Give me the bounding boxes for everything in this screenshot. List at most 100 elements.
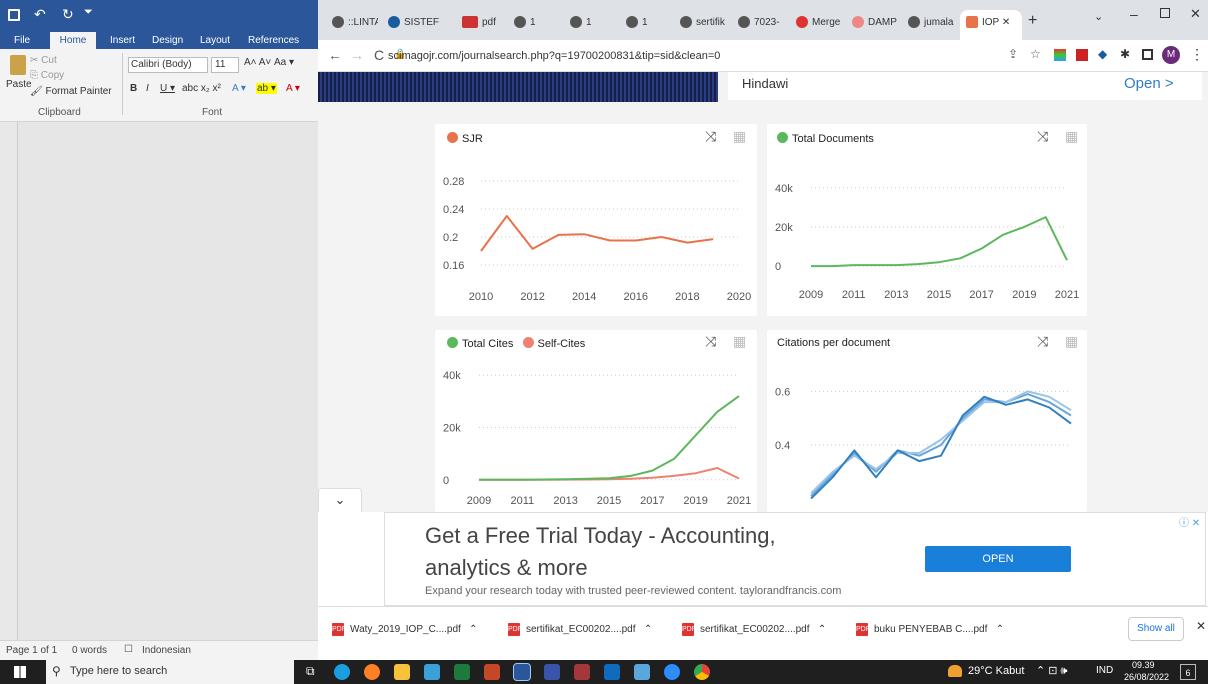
redo-icon[interactable]: ↻	[62, 6, 74, 23]
menu-kebab-icon[interactable]: ⋮	[1190, 46, 1204, 63]
reload-icon[interactable]: C	[374, 47, 384, 63]
ad-choices-close-icon[interactable]: ⓘ ✕	[1179, 514, 1200, 529]
italic-icon[interactable]: I	[146, 83, 149, 94]
extension-icon[interactable]: ◆	[1098, 47, 1107, 61]
series-line-total-documents[interactable]	[811, 216, 1068, 268]
task-view-icon[interactable]: ⧉	[306, 664, 315, 679]
url-input[interactable]: scimagojr.com/journalsearch.php?q=197002…	[388, 46, 988, 66]
proofing-icon[interactable]: ☐	[124, 644, 133, 655]
cut-button[interactable]: ✂ Cut	[30, 55, 57, 66]
copy-button[interactable]: ⎘ Copy	[30, 70, 64, 81]
language-label[interactable]: Indonesian	[142, 645, 191, 656]
bold-icon[interactable]: B	[130, 83, 137, 94]
weather-text[interactable]: 29°C Kabut	[968, 665, 1024, 677]
download-options-icon[interactable]: ⌃	[644, 624, 652, 635]
chrome-icon[interactable]	[694, 664, 710, 680]
collapse-ad-chevron-icon[interactable]: ⌄	[318, 488, 362, 512]
input-language[interactable]: IND	[1096, 665, 1113, 676]
tab-insert[interactable]: Insert	[106, 32, 139, 49]
edge-icon[interactable]	[334, 664, 350, 680]
save-icon[interactable]	[8, 9, 20, 21]
maximize-icon[interactable]	[1160, 8, 1170, 18]
powerpoint-icon[interactable]	[484, 664, 500, 680]
firefox-icon[interactable]	[364, 664, 380, 680]
downloads-close-icon[interactable]: ✕	[1196, 619, 1206, 633]
clock-time[interactable]: 09.39	[1132, 660, 1155, 670]
browser-tab[interactable]: 7023-	[732, 10, 790, 40]
minimize-icon[interactable]: –	[1130, 6, 1138, 22]
browser-tab[interactable]: sertifik	[674, 10, 732, 40]
close-tab-icon[interactable]: ✕	[1002, 17, 1010, 28]
tab-file[interactable]: File	[10, 32, 34, 49]
browser-tab[interactable]: 1	[564, 10, 614, 40]
download-options-icon[interactable]: ⌃	[818, 624, 826, 635]
underline-icon[interactable]: U ▾	[160, 83, 175, 94]
font-size-select[interactable]: 11	[211, 57, 239, 73]
side-panel-icon[interactable]	[1142, 49, 1153, 60]
extension-icon[interactable]	[1054, 49, 1066, 61]
paste-icon[interactable]	[10, 55, 26, 75]
strikethrough-icon[interactable]: abc x₂ x²	[182, 83, 221, 94]
taskbar-search-box[interactable]: ⚲ Type here to search	[46, 660, 294, 684]
visio-icon[interactable]	[544, 664, 560, 680]
extensions-puzzle-icon[interactable]: ✱	[1120, 47, 1130, 61]
back-icon[interactable]: ←	[328, 47, 342, 63]
ad-headline-line2[interactable]: analytics & more	[425, 555, 588, 581]
ad-subtext[interactable]: Expand your research today with trusted …	[425, 585, 841, 597]
text-effects-icon[interactable]: A ▾	[232, 83, 246, 94]
highlight-icon[interactable]: ab ▾	[256, 83, 277, 94]
file-explorer-icon[interactable]	[394, 664, 410, 680]
window-close-icon[interactable]: ✕	[1190, 6, 1201, 22]
browser-tab[interactable]: 1	[508, 10, 558, 40]
forward-icon[interactable]: →	[350, 47, 364, 63]
ad-open-button[interactable]: OPEN	[925, 546, 1071, 572]
new-tab-icon[interactable]: +	[1028, 12, 1037, 30]
browser-tab-active[interactable]: IOP ✕	[960, 10, 1022, 40]
browser-tab[interactable]: jumala	[902, 10, 958, 40]
advertisement-banner[interactable]: Get a Free Trial Today - Accounting, ana…	[384, 512, 1206, 606]
word-count[interactable]: 0 words	[72, 645, 107, 656]
grow-font-icon[interactable]: A˄ A˅	[244, 57, 271, 68]
browser-tab[interactable]: ::LINTA	[326, 10, 378, 40]
change-case-icon[interactable]: Aa ▾	[274, 57, 294, 68]
download-item[interactable]: PDF sertifikat_EC00202....pdf ⌃	[682, 619, 826, 641]
browser-tab[interactable]: pdf	[456, 10, 508, 40]
tab-home[interactable]: Home	[50, 32, 96, 49]
word-icon[interactable]	[513, 663, 531, 681]
font-name-select[interactable]: Calibri (Body)	[128, 57, 208, 73]
series-line-dark[interactable]	[810, 395, 1072, 500]
download-item[interactable]: PDF buku PENYEBAB C....pdf ⌃	[856, 619, 1004, 641]
tray-icons[interactable]: ⌃ ⊡ 🕪	[1036, 664, 1067, 678]
download-options-icon[interactable]: ⌃	[996, 624, 1004, 635]
paste-button[interactable]: Paste	[6, 79, 32, 90]
tab-references[interactable]: References	[244, 32, 303, 49]
browser-tab[interactable]: SISTEF	[382, 10, 452, 40]
download-options-icon[interactable]: ⌃	[469, 624, 477, 635]
tab-layout[interactable]: Layout	[196, 32, 234, 49]
series-line-total-cites[interactable]	[479, 395, 740, 481]
page-count[interactable]: Page 1 of 1	[6, 645, 57, 656]
browser-tab[interactable]: DAMP	[846, 10, 902, 40]
browser-tab[interactable]: Merge	[790, 10, 846, 40]
access-icon[interactable]	[574, 664, 590, 680]
notification-icon[interactable]: 6	[1180, 664, 1196, 680]
clock-date[interactable]: 26/08/2022	[1124, 672, 1169, 682]
mail-icon[interactable]	[604, 664, 620, 680]
tab-search-icon[interactable]: ⌄	[1094, 10, 1103, 23]
tab-design[interactable]: Design	[148, 32, 187, 49]
download-item[interactable]: PDF sertifikat_EC00202....pdf ⌃	[508, 619, 652, 641]
format-painter-button[interactable]: 🖌 Format Painter	[30, 86, 112, 97]
store-icon[interactable]	[424, 664, 440, 680]
profile-avatar[interactable]: M	[1162, 46, 1180, 64]
ad-headline[interactable]: Get a Free Trial Today - Accounting,	[425, 523, 776, 549]
series-line-light[interactable]	[810, 390, 1072, 494]
quick-access-dropdown-icon[interactable]: ⏷	[84, 6, 93, 19]
download-item[interactable]: PDF Waty_2019_IOP_C....pdf ⌃	[332, 619, 478, 641]
show-all-button[interactable]: Show all	[1128, 617, 1184, 641]
font-color-icon[interactable]: A ▾	[286, 83, 300, 94]
excel-icon[interactable]	[454, 664, 470, 680]
bookmark-star-icon[interactable]: ☆	[1030, 47, 1041, 61]
series-line-sjr[interactable]	[480, 215, 714, 252]
browser-tab[interactable]: 1	[620, 10, 670, 40]
open-link[interactable]: Open >	[1124, 75, 1174, 92]
